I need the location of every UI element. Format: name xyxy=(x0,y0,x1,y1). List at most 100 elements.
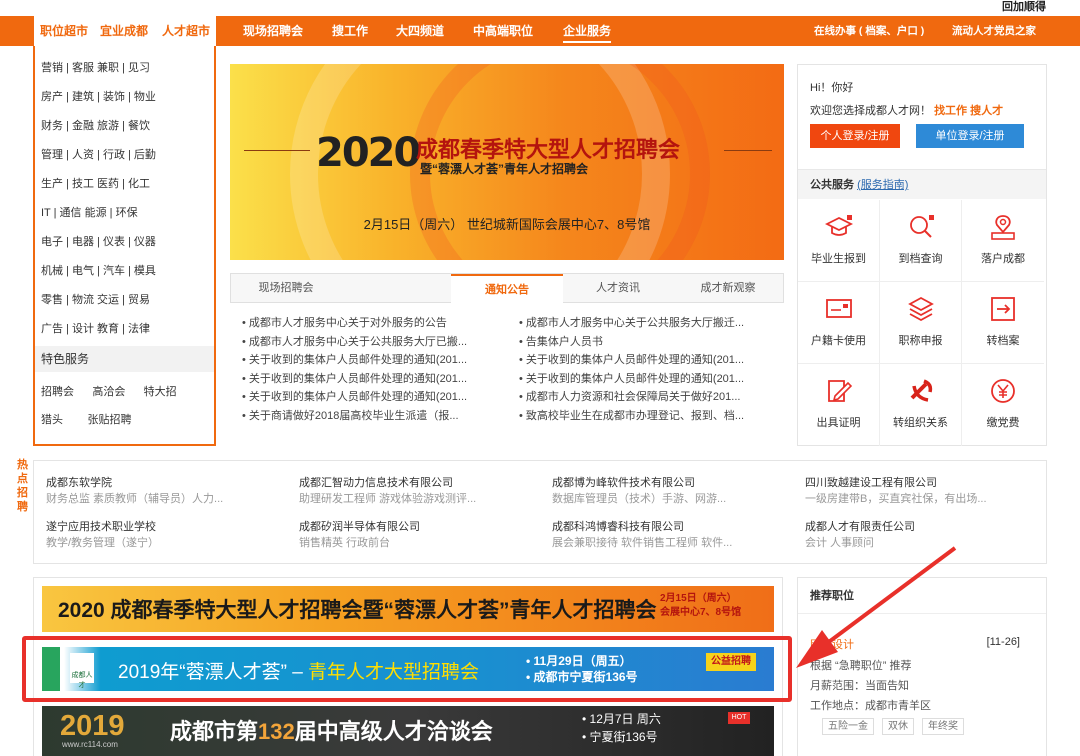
company-name[interactable]: 四川致越建设工程有限公司 xyxy=(805,475,1043,491)
category-row[interactable]: 管理 | 人资 | 行政 | 后勤 xyxy=(41,145,156,165)
news-item[interactable]: • 致高校毕业生在成都市办理登记、报到、档... xyxy=(519,407,781,426)
category-row[interactable]: 零售 | 物流 交运 | 贸易 xyxy=(41,290,150,310)
tab-job-market[interactable]: 职位超市 xyxy=(34,16,92,46)
service-label: 落户成都 xyxy=(981,253,1025,265)
company-name[interactable]: 成都汇智动力信息技术有限公司 xyxy=(299,475,549,491)
service-guide-link[interactable]: (服务指南) xyxy=(857,179,908,191)
job-title-link[interactable]: 网页设计 xyxy=(810,636,854,652)
service-label: 出具证明 xyxy=(816,417,861,429)
news-item[interactable]: • 成都市人才服务中心关于对外服务的公告 xyxy=(242,314,512,333)
job-reason: 根据 “急聘职位” 推荐 xyxy=(810,660,912,672)
find-talent-link[interactable]: 搜人才 xyxy=(970,105,1003,117)
company-jobs[interactable]: 教学/教务管理（遂宁） xyxy=(46,535,296,551)
category-row[interactable]: 营销 | 客服 兼职 | 见习 xyxy=(41,58,150,78)
company-item[interactable]: 成都汇智动力信息技术有限公司 助理研发工程师 游戏体验游戏测评... xyxy=(299,475,549,507)
company-item[interactable]: 遂宁应用技术职业学校 教学/教务管理（遂宁） xyxy=(46,519,296,551)
special-service-row[interactable]: 招聘会 高洽会 特大招 xyxy=(41,382,177,402)
company-jobs[interactable]: 助理研发工程师 游戏体验游戏测评... xyxy=(299,491,549,507)
tab-news-info[interactable]: 人才资讯 xyxy=(563,274,673,303)
main-nav: 职位超市 宜业成都 人才超市 现场招聘会 搜工作 大四频道 中高端职位 企业服务… xyxy=(0,16,1080,46)
personal-login-button[interactable]: 个人登录/注册 xyxy=(810,124,900,148)
company-item[interactable]: 四川致越建设工程有限公司 一级房建带B，买直宾社保，有出场... xyxy=(805,475,1043,507)
special-service-title: 特色服务 xyxy=(35,346,214,372)
company-name[interactable]: 成都人才有限责任公司 xyxy=(805,519,1043,535)
welcome-text: 欢迎您选择成都人才网！ 找工作 搜人才 xyxy=(810,102,1003,118)
yuan-coin-icon xyxy=(991,379,1015,403)
category-row[interactable]: 广告 | 设计 教育 | 法律 xyxy=(41,319,150,339)
find-job-link[interactable]: 找工作 xyxy=(934,105,967,117)
service-party-transfer[interactable]: 转组织关系 xyxy=(880,364,962,446)
company-jobs[interactable]: 财务总监 素质教师（辅导员）人力... xyxy=(46,491,296,507)
news-item[interactable]: • 成都市人才服务中心关于公共服务大厅已搬... xyxy=(242,333,512,352)
company-name[interactable]: 成都矽润半导体有限公司 xyxy=(299,519,549,535)
news-list-right: • 成都市人才服务中心关于公共服务大厅搬迁... • 告集体户人员书 • 关于收… xyxy=(519,314,781,425)
special-service-row[interactable]: 猎头 张贴招聘 xyxy=(41,410,131,430)
news-item[interactable]: • 成都市人力资源和社会保障局关于做好201... xyxy=(519,388,781,407)
tab-news-job-fair[interactable]: 现场招聘会 xyxy=(231,274,341,303)
company-item[interactable]: 成都人才有限责任公司 会计 人事顾问 xyxy=(805,519,1043,551)
hot-badge: HOT xyxy=(728,712,750,724)
tab-news-notices[interactable]: 通知公告 xyxy=(451,274,563,303)
ad-date-line: • 12月7日 周六 xyxy=(582,712,661,726)
news-item[interactable]: • 告集体户人员书 xyxy=(519,333,781,352)
news-item[interactable]: • 关于收到的集体户人员邮件处理的通知(201... xyxy=(242,370,512,389)
company-name[interactable]: 遂宁应用技术职业学校 xyxy=(46,519,296,535)
category-row[interactable]: 生产 | 技工 医药 | 化工 xyxy=(41,174,150,194)
category-row[interactable]: 房产 | 建筑 | 装饰 | 物业 xyxy=(41,87,156,107)
recommended-jobs: 推荐职位 网页设计 [11-26] 根据 “急聘职位” 推荐 月薪范围：当面告知… xyxy=(797,577,1047,756)
tab-talent-market[interactable]: 人才超市 xyxy=(154,16,216,46)
tab-job-fair[interactable]: 现场招聘会 xyxy=(243,16,303,46)
layers-icon xyxy=(908,296,934,322)
tab-enterprise-service[interactable]: 企业服务 xyxy=(563,16,612,46)
service-settle[interactable]: 落户成都 xyxy=(962,200,1044,282)
company-item[interactable]: 成都矽润半导体有限公司 销售精英 行政前台 xyxy=(299,519,549,551)
job-tag: 年终奖 xyxy=(922,718,964,735)
company-name[interactable]: 成都东软学院 xyxy=(46,475,296,491)
ad-title-number: 132 xyxy=(258,719,295,744)
ad-banner-senior-fair[interactable]: 2019 www.rc114.com 成都市第132届中高级人才洽谈会 • 12… xyxy=(42,706,774,756)
news-item[interactable]: • 关于收到的集体户人员邮件处理的通知(201... xyxy=(242,351,512,370)
company-jobs[interactable]: 一级房建带B，买直宾社保，有出场... xyxy=(805,491,1043,507)
tab-search-job[interactable]: 搜工作 xyxy=(332,16,368,46)
tab-senior-channel[interactable]: 大四频道 xyxy=(396,16,444,46)
service-certificate[interactable]: 出具证明 xyxy=(798,364,880,446)
transfer-icon xyxy=(991,297,1015,321)
tab-news-observe[interactable]: 成才新观察 xyxy=(673,274,783,303)
public-service-header: 公共服务 (服务指南) xyxy=(798,169,1046,199)
category-row[interactable]: 电子 | 电器 | 仪表 | 仪器 xyxy=(41,232,156,252)
tab-yiye-chengdu[interactable]: 宜业成都 xyxy=(92,16,154,46)
service-transfer-file[interactable]: 转档案 xyxy=(962,282,1044,364)
company-item[interactable]: 成都博为峰软件技术有限公司 数据库管理员（技术）手游、网游... xyxy=(552,475,802,507)
category-row[interactable]: IT | 通信 能源 | 环保 xyxy=(41,203,138,223)
news-item[interactable]: • 关于收到的集体户人员邮件处理的通知(201... xyxy=(519,370,781,389)
link-online-service[interactable]: 在线办事 ( 档案、户口 ) xyxy=(814,16,924,46)
tab-senior-jobs[interactable]: 中高端职位 xyxy=(473,16,533,46)
service-label: 到档查询 xyxy=(898,253,943,265)
company-item[interactable]: 成都东软学院 财务总监 素质教师（辅导员）人力... xyxy=(46,475,296,507)
service-title-apply[interactable]: 职称申报 xyxy=(880,282,962,364)
banner-rule xyxy=(724,150,772,151)
company-jobs[interactable]: 销售精英 行政前台 xyxy=(299,535,549,551)
news-item[interactable]: • 成都市人才服务中心关于公共服务大厅搬迁... xyxy=(519,314,781,333)
ad-banner-spring-fair[interactable]: 2020 成都春季特大型人才招聘会暨“蓉漂人才荟”青年人才招聘会 2月15日（周… xyxy=(42,586,774,632)
news-item[interactable]: • 关于收到的集体户人员邮件处理的通知(201... xyxy=(242,388,512,407)
company-item[interactable]: 成都科鸿博睿科技有限公司 展会兼职接待 软件销售工程师 软件... xyxy=(552,519,802,551)
link-party-home[interactable]: 流动人才党员之家 xyxy=(952,16,1036,46)
service-household-card[interactable]: 户籍卡使用 xyxy=(798,282,880,364)
news-item[interactable]: • 关于收到的集体户人员邮件处理的通知(201... xyxy=(519,351,781,370)
service-graduate-report[interactable]: 毕业生报到 xyxy=(798,200,880,282)
company-jobs[interactable]: 展会兼职接待 软件销售工程师 软件... xyxy=(552,535,802,551)
category-row[interactable]: 财务 | 金融 旅游 | 餐饮 xyxy=(41,116,150,136)
company-name[interactable]: 成都博为峰软件技术有限公司 xyxy=(552,475,802,491)
service-file-query[interactable]: 到档查询 xyxy=(880,200,962,282)
company-jobs[interactable]: 数据库管理员（技术）手游、网游... xyxy=(552,491,802,507)
company-jobs[interactable]: 会计 人事顾问 xyxy=(805,535,1043,551)
company-name[interactable]: 成都科鸿博睿科技有限公司 xyxy=(552,519,802,535)
company-login-button[interactable]: 单位登录/注册 xyxy=(916,124,1024,148)
ad-date: 2月15日（周六） 会展中心7、8号馆 xyxy=(660,592,741,620)
service-label: 毕业生报到 xyxy=(811,253,866,265)
service-party-fee[interactable]: 缴党费 xyxy=(962,364,1044,446)
news-item[interactable]: • 关于商请做好2018届高校毕业生派遣（报... xyxy=(242,407,512,426)
category-row[interactable]: 机械 | 电气 | 汽车 | 模具 xyxy=(41,261,156,281)
hero-banner[interactable]: 2020 成都春季特大型人才招聘会 暨“蓉漂人才荟”青年人才招聘会 2月15日（… xyxy=(230,64,784,260)
